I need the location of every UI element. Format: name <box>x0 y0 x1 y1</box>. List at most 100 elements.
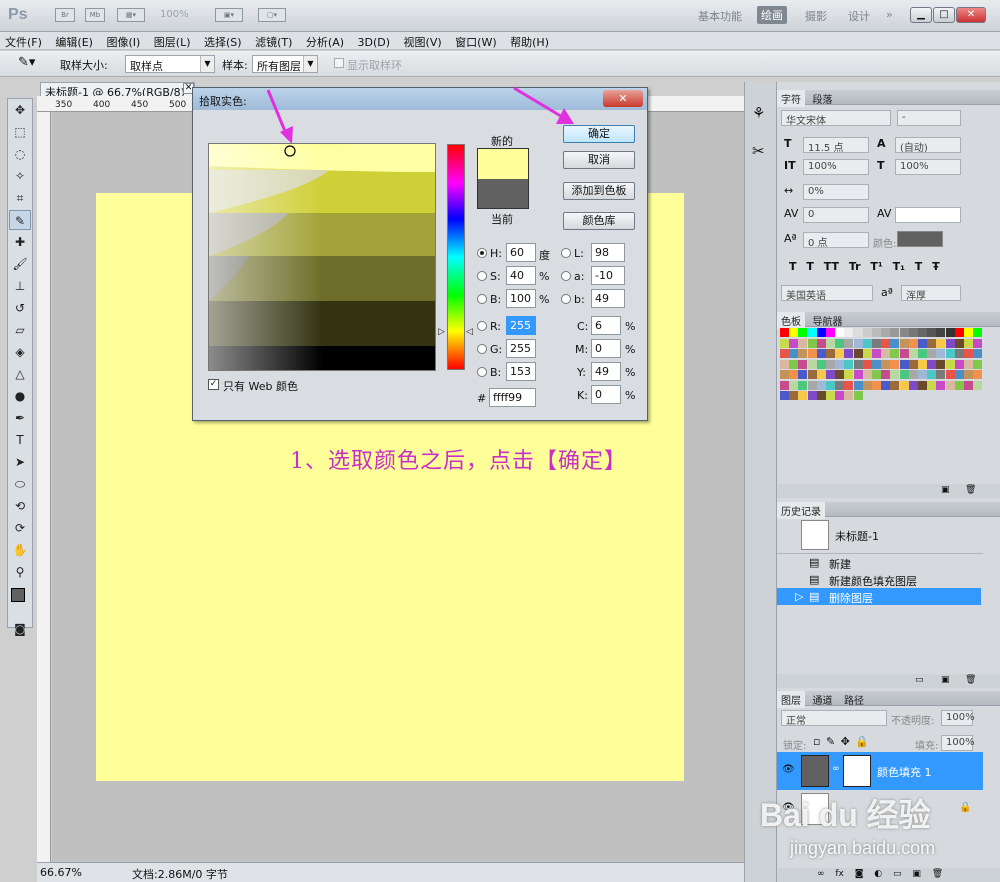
swatch-chip[interactable] <box>945 328 955 337</box>
zoom-level[interactable]: 100% <box>160 9 189 20</box>
swatch-chip[interactable] <box>789 380 799 390</box>
tracking-field[interactable]: 0% <box>803 184 869 200</box>
swatch-chip[interactable] <box>872 349 881 358</box>
type-tool-icon[interactable]: T <box>9 430 31 450</box>
field-g[interactable]: 255 <box>506 339 536 358</box>
screen-mode-icon[interactable]: ▢▾ <box>258 8 286 22</box>
swatch-chip[interactable] <box>872 380 881 390</box>
swatch-chip[interactable] <box>780 349 789 358</box>
swatch-chip[interactable] <box>881 380 891 390</box>
swatch-chip[interactable] <box>927 359 937 369</box>
swatch-chip[interactable] <box>780 370 789 379</box>
field-m[interactable]: 0 <box>591 339 621 358</box>
blur-tool-icon[interactable]: △ <box>9 364 31 384</box>
swatch-chip[interactable] <box>964 370 973 379</box>
swatch-chip[interactable] <box>927 380 937 390</box>
swatch-chip[interactable] <box>936 359 946 369</box>
trash-icon[interactable]: 🗑 <box>965 485 976 495</box>
swatch-chip[interactable] <box>844 328 854 337</box>
swatch-chip[interactable] <box>918 349 927 358</box>
only-web-colors-checkbox[interactable]: ✓ <box>208 379 219 390</box>
brush-panel-icon[interactable]: ⚘ <box>752 104 765 122</box>
field-h[interactable]: 60 <box>506 243 536 262</box>
clone-source-panel-icon[interactable]: ✂ <box>752 142 765 160</box>
anti-alias-select[interactable]: 浑厚 <box>901 285 961 302</box>
swatch-chip[interactable] <box>899 359 909 369</box>
history-item[interactable]: ▤ 新建颜色填充图层 <box>777 571 981 588</box>
swatch-chip[interactable] <box>816 338 826 348</box>
swatch-chip[interactable] <box>890 328 900 337</box>
swatch-chip[interactable] <box>844 359 854 369</box>
close-button[interactable]: ✕ <box>956 7 986 23</box>
eyedropper-preset-icon[interactable]: ✎▾ <box>18 55 35 70</box>
move-tool-icon[interactable]: ✥ <box>9 100 31 120</box>
swatch-chip[interactable] <box>853 391 863 400</box>
field-s[interactable]: 40 <box>506 266 536 285</box>
swatch-chip[interactable] <box>835 391 845 400</box>
swatch-chip[interactable] <box>908 370 918 379</box>
swatch-chip[interactable] <box>844 370 854 379</box>
swatch-chip[interactable] <box>964 328 973 337</box>
swatch-chip[interactable] <box>816 349 826 358</box>
history-item-selected[interactable]: ▷ ▤ 删除图层 <box>777 588 981 605</box>
font-style-select[interactable]: - <box>897 110 961 126</box>
new-swatch-icon[interactable]: ▣ <box>941 485 950 495</box>
swatch-chip[interactable] <box>853 349 863 358</box>
swatch-chip[interactable] <box>881 349 891 358</box>
swatch-chip[interactable] <box>853 359 863 369</box>
tab-character[interactable]: 字符 <box>777 90 805 107</box>
field-blue[interactable]: 153 <box>506 362 536 381</box>
swatch-chip[interactable] <box>862 380 872 390</box>
swatch-chip[interactable] <box>789 359 799 369</box>
subscript-button[interactable]: T₁ <box>893 260 905 273</box>
swatch-chip[interactable] <box>780 328 789 337</box>
field-r[interactable]: 255 <box>506 316 536 335</box>
small-caps-button[interactable]: Tr <box>849 260 861 273</box>
swatch-chip[interactable] <box>936 328 946 337</box>
leading-field[interactable]: (自动) <box>895 137 961 154</box>
minimize-button[interactable]: ▁ <box>910 7 932 23</box>
language-select[interactable]: 美国英语 <box>781 285 873 302</box>
swatch-chip[interactable] <box>908 349 918 358</box>
swatch-chip[interactable] <box>844 380 854 390</box>
tab-history[interactable]: 历史记录 <box>777 502 825 519</box>
swatch-chip[interactable] <box>936 338 946 348</box>
swatch-chip[interactable] <box>826 328 835 337</box>
swatch-chip[interactable] <box>890 380 900 390</box>
swatch-chip[interactable] <box>954 328 964 337</box>
swatch-chip[interactable] <box>826 359 835 369</box>
swatch-chip[interactable] <box>973 370 983 379</box>
swatch-chip[interactable] <box>890 359 900 369</box>
workspace-painting[interactable]: 绘画 <box>757 6 787 24</box>
swatch-chip[interactable] <box>908 328 918 337</box>
menu-window[interactable]: 窗口(W) <box>450 32 501 50</box>
swatch-chip[interactable] <box>780 391 789 400</box>
radio-a[interactable] <box>561 271 571 281</box>
swatch-chip[interactable] <box>973 338 983 348</box>
swatch-chip[interactable] <box>908 359 918 369</box>
field-l[interactable]: 98 <box>591 243 625 262</box>
marquee-tool-icon[interactable]: ⬚ <box>9 122 31 142</box>
swatch-chip[interactable] <box>945 359 955 369</box>
radio-b[interactable] <box>477 294 487 304</box>
vertical-scale-field[interactable]: 100% <box>803 159 869 175</box>
swatch-chip[interactable] <box>918 370 927 379</box>
dodge-tool-icon[interactable]: ● <box>9 386 31 406</box>
swatch-chip[interactable] <box>853 370 863 379</box>
blend-mode-select[interactable]: 正常 <box>781 710 887 727</box>
swatch-chip[interactable] <box>936 349 946 358</box>
swatch-chip[interactable] <box>807 349 817 358</box>
swatch-chip[interactable] <box>789 338 799 348</box>
menu-filter[interactable]: 滤镜(T) <box>250 32 297 50</box>
swatch-chip[interactable] <box>890 349 900 358</box>
radio-l[interactable] <box>561 248 571 258</box>
status-zoom[interactable]: 66.67% <box>40 866 82 879</box>
arrange-documents-icon[interactable]: ▣▾ <box>215 8 243 22</box>
healing-tool-icon[interactable]: ✚ <box>9 232 31 252</box>
new-document-icon[interactable]: ▭ <box>915 675 924 685</box>
tab-channels[interactable]: 通道 <box>809 691 837 708</box>
swatch-chip[interactable] <box>899 328 909 337</box>
swatch-chip[interactable] <box>918 338 927 348</box>
swatch-chip[interactable] <box>789 391 799 400</box>
swatch-chip[interactable] <box>936 370 946 379</box>
